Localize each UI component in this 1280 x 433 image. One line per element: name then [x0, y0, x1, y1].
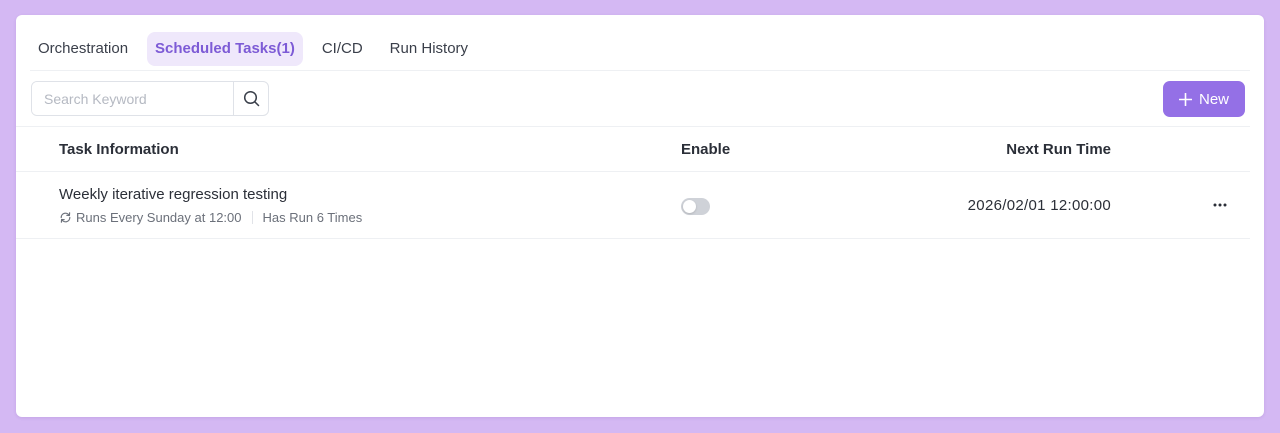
- enable-toggle[interactable]: [681, 198, 710, 215]
- more-horizontal-icon: [1213, 203, 1227, 207]
- task-schedule: Runs Every Sunday at 12:00: [76, 210, 242, 225]
- search-button[interactable]: [233, 82, 268, 115]
- toggle-knob: [683, 200, 696, 213]
- table-header: Task Information Enable Next Run Time: [16, 126, 1250, 172]
- new-button-label: New: [1198, 90, 1229, 108]
- search-input[interactable]: [32, 82, 233, 115]
- tab-run-history[interactable]: Run History: [382, 32, 476, 66]
- row-actions-button[interactable]: [1210, 196, 1230, 214]
- tab-orchestration[interactable]: Orchestration: [30, 32, 136, 66]
- search-box: [31, 81, 269, 116]
- tab-scheduled-tasks[interactable]: Scheduled Tasks(1): [147, 31, 303, 66]
- column-header-task-information: Task Information: [59, 141, 179, 158]
- plus-icon: [1178, 92, 1192, 106]
- table-row: Weekly iterative regression testing Runs…: [16, 172, 1250, 239]
- column-header-enable: Enable: [681, 141, 731, 158]
- task-meta: Runs Every Sunday at 12:00 Has Run 6 Tim…: [59, 210, 362, 225]
- tab-ci-cd[interactable]: CI/CD: [314, 32, 371, 66]
- next-run-time: 2026/02/01 12:00:00: [967, 197, 1111, 214]
- task-name[interactable]: Weekly iterative regression testing: [59, 186, 287, 203]
- tab-bar: Orchestration Scheduled Tasks(1) CI/CD R…: [30, 27, 1250, 71]
- task-run-count: Has Run 6 Times: [262, 210, 363, 225]
- scheduled-tasks-panel: Orchestration Scheduled Tasks(1) CI/CD R…: [16, 15, 1264, 417]
- new-task-button[interactable]: New: [1163, 81, 1245, 117]
- meta-divider: [251, 211, 253, 224]
- column-header-next-run-time: Next Run Time: [1006, 141, 1111, 158]
- toolbar: New: [31, 81, 1245, 117]
- repeat-icon: [59, 211, 72, 224]
- search-icon: [243, 90, 259, 107]
